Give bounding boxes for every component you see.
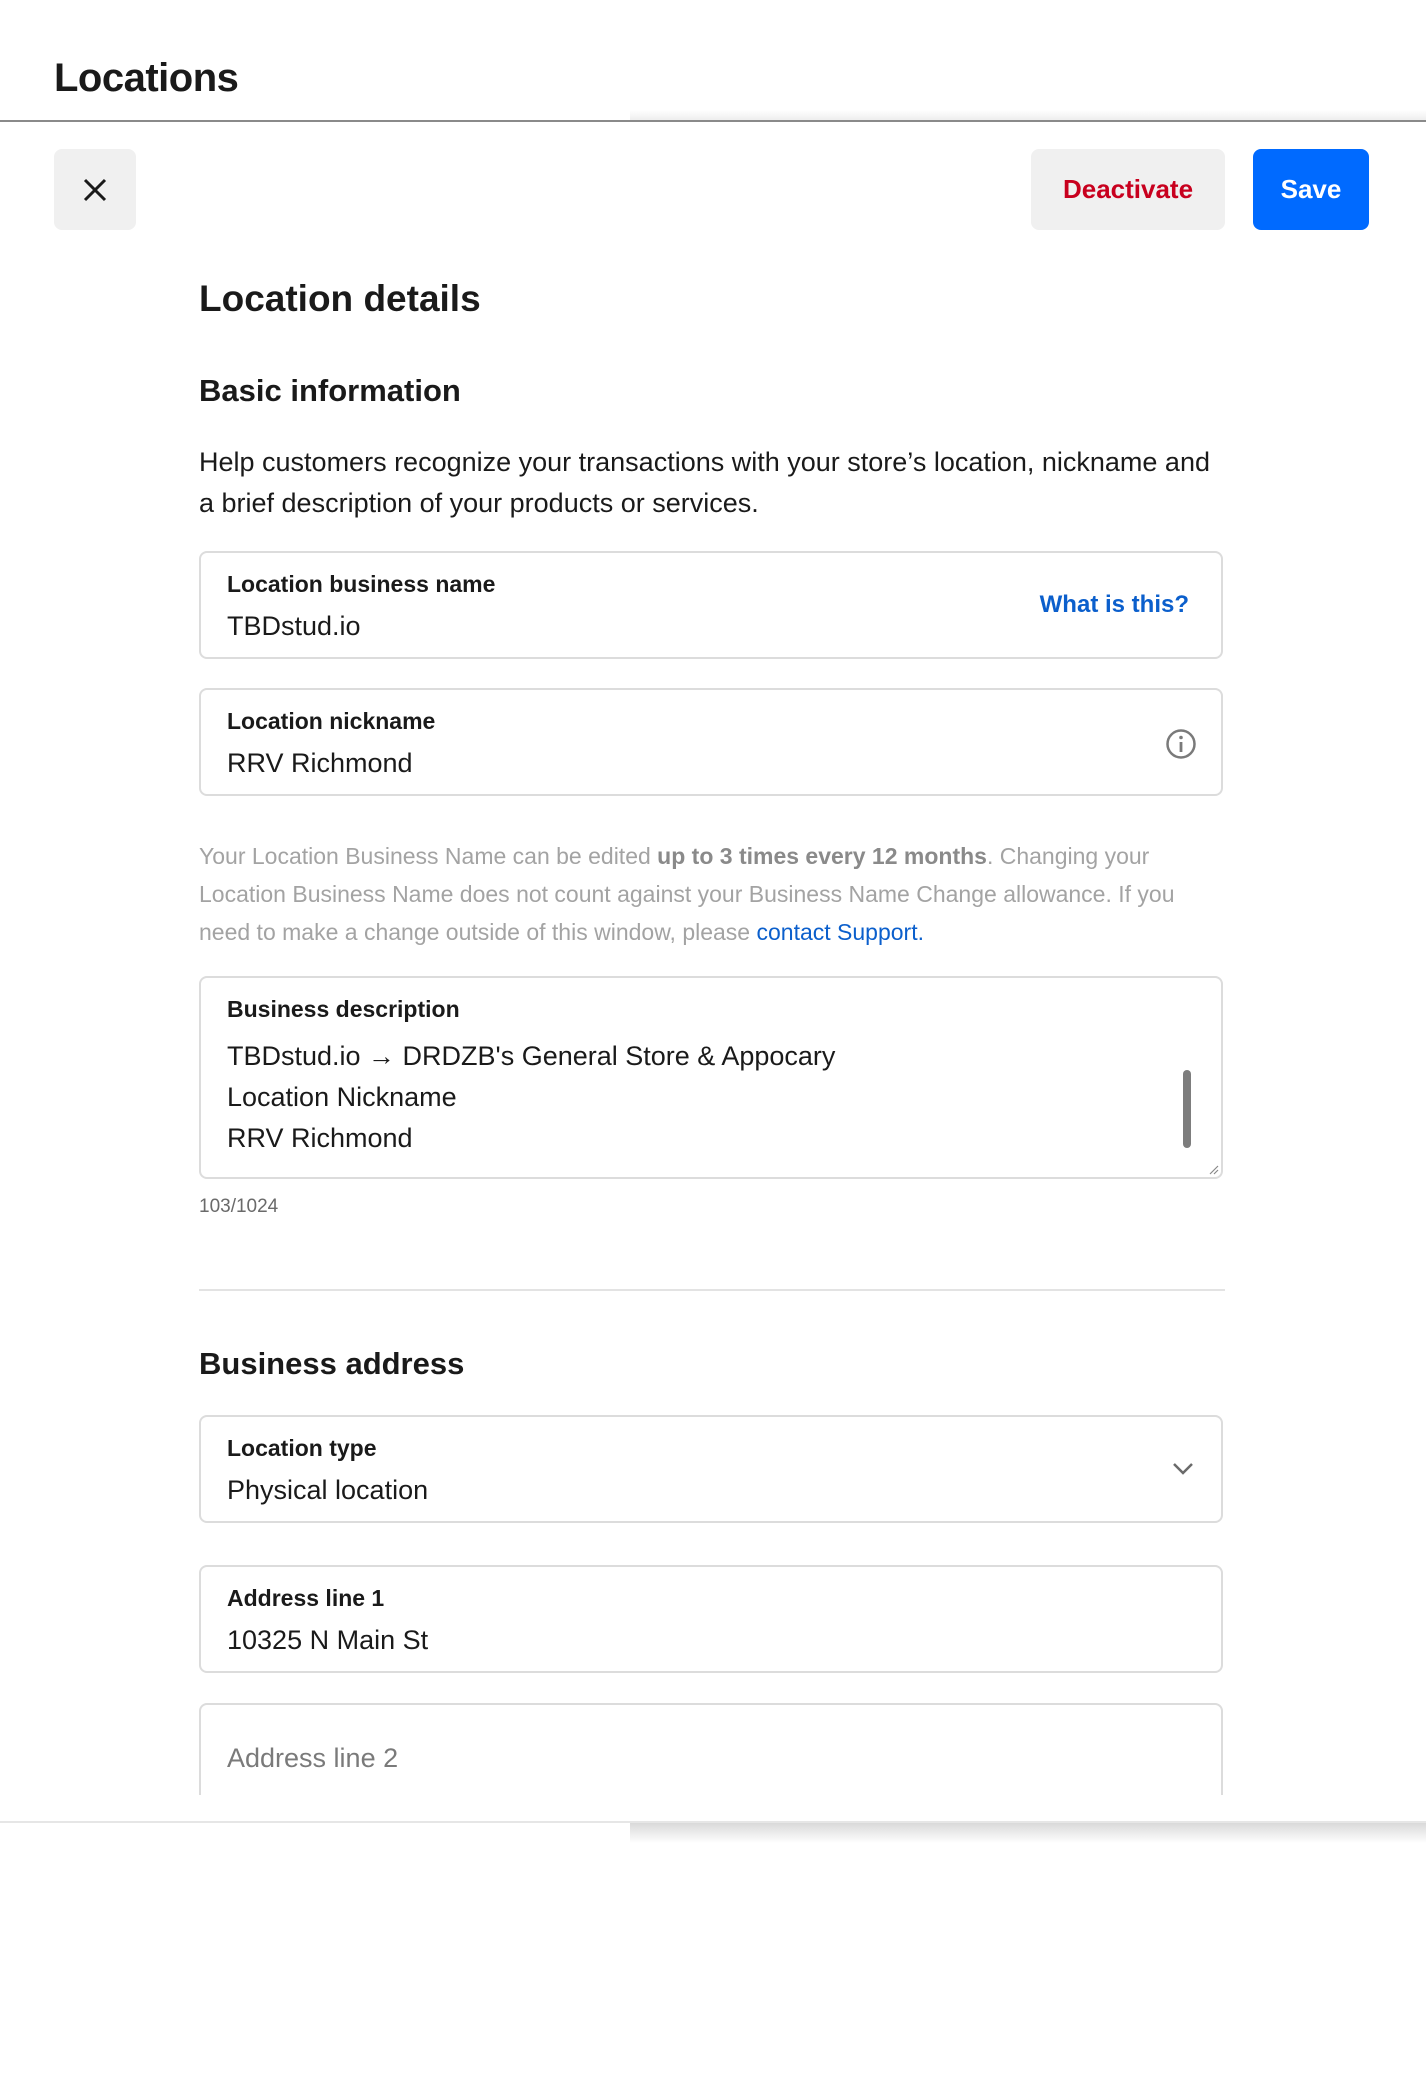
address-line-1-value[interactable]: 10325 N Main St <box>227 1625 428 1656</box>
field-label: Location business name <box>227 571 496 597</box>
help-text: Your Location Business Name can be edite… <box>199 843 658 869</box>
business-description-textarea[interactable]: Business description TBDstud.io → DRDZB'… <box>199 976 1223 1179</box>
business-address-heading: Business address <box>199 1346 465 1381</box>
business-name-value[interactable]: TBDstud.io <box>227 611 361 642</box>
business-name-help-text: Your Location Business Name can be edite… <box>199 837 1229 951</box>
what-is-this-link[interactable]: What is this? <box>1040 591 1189 619</box>
page-title: Locations <box>54 56 239 100</box>
section-title: Location details <box>199 278 481 319</box>
info-icon[interactable] <box>1165 728 1197 760</box>
address-line-2-placeholder[interactable]: Address line 2 <box>227 1743 398 1774</box>
nickname-field[interactable]: Location nickname RRV Richmond <box>199 688 1223 796</box>
field-label: Location type <box>227 1435 377 1461</box>
chevron-down-icon <box>1173 1463 1193 1475</box>
business-name-field[interactable]: Location business name TBDstud.io What i… <box>199 551 1223 659</box>
field-label: Location nickname <box>227 708 436 734</box>
resize-handle-icon[interactable] <box>1207 1163 1219 1175</box>
footer-mask <box>0 1795 1426 1822</box>
address-line-1-field[interactable]: Address line 1 10325 N Main St <box>199 1565 1223 1673</box>
close-button[interactable] <box>54 149 136 230</box>
deactivate-button[interactable]: Deactivate <box>1031 149 1225 230</box>
location-type-select[interactable]: Location type Physical location <box>199 1415 1223 1523</box>
description-line: RRV Richmond <box>227 1123 413 1153</box>
nickname-value[interactable]: RRV Richmond <box>227 748 413 779</box>
panel-shadow <box>630 1823 1426 1843</box>
close-icon <box>83 178 107 201</box>
basic-info-heading: Basic information <box>199 373 461 408</box>
save-button[interactable]: Save <box>1253 149 1369 230</box>
contact-support-link[interactable]: contact Support. <box>756 919 924 945</box>
scrollbar-thumb[interactable] <box>1183 1070 1191 1148</box>
field-label: Address line 1 <box>227 1585 385 1611</box>
section-divider <box>199 1289 1225 1291</box>
header-shadow <box>630 110 1426 120</box>
description-line: Location Nickname <box>227 1082 457 1112</box>
field-label: Business description <box>227 996 460 1022</box>
basic-info-description: Help customers recognize your transactio… <box>199 447 1210 518</box>
character-counter: 103/1024 <box>199 1196 279 1217</box>
business-description-value[interactable]: TBDstud.io → DRDZB's General Store & App… <box>227 1036 835 1159</box>
description-line: TBDstud.io → DRDZB's General Store & App… <box>227 1041 836 1071</box>
location-type-value: Physical location <box>227 1475 429 1505</box>
help-text-bold: up to 3 times every 12 months <box>657 843 987 869</box>
header-divider <box>0 120 1426 122</box>
